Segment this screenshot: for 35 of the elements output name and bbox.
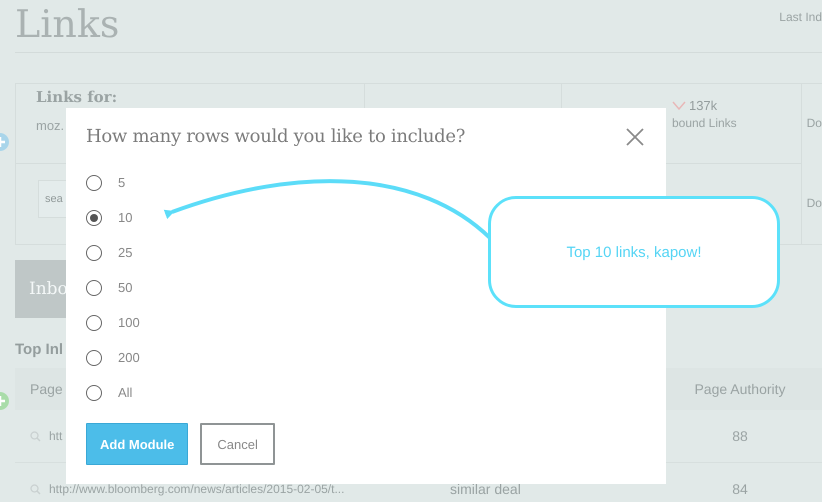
metric-label: bound Links [672, 116, 738, 130]
column-label: Do [806, 195, 822, 212]
down-caret-icon [672, 101, 686, 110]
radio-button[interactable] [86, 174, 102, 190]
add-module-button[interactable]: Add Module [86, 423, 188, 465]
url-link[interactable]: http://www.bloomberg.com/news/articles/2015-02-05/t... [49, 482, 344, 496]
url-link[interactable]: htt [49, 429, 62, 443]
option-label: 5 [118, 175, 126, 190]
column-header: Page Authority [693, 381, 787, 397]
radio-button[interactable] [86, 280, 102, 296]
dialog-title: How many rows would you like to include? [86, 126, 466, 147]
column-header: Page [30, 381, 63, 397]
domain-text: moz. [36, 118, 66, 133]
column-label: Do [806, 115, 822, 132]
section-title: Top Inl [15, 341, 64, 358]
option-label: 100 [118, 315, 140, 330]
metric-change: 137k [688, 98, 718, 113]
close-icon[interactable] [626, 128, 644, 146]
option-label: 10 [118, 210, 132, 225]
last-indexed-label: Last Ind [779, 10, 822, 26]
radio-button[interactable] [86, 210, 102, 226]
radio-button[interactable] [86, 384, 102, 400]
radio-button[interactable] [86, 350, 102, 366]
table-cell: 88 [732, 428, 748, 444]
table-cell: similar deal [450, 481, 521, 497]
option-label: 25 [118, 245, 132, 260]
radio-button[interactable] [86, 314, 102, 330]
option-label: 200 [118, 350, 140, 365]
radio-button[interactable] [86, 244, 102, 260]
option-label: All [118, 385, 132, 400]
callout-text: Top 10 links, kapow! [566, 244, 702, 260]
table-cell: 84 [732, 481, 748, 497]
links-for-label: Links for: [36, 88, 118, 106]
cancel-button[interactable]: Cancel [200, 423, 275, 465]
option-label: 50 [118, 280, 132, 295]
